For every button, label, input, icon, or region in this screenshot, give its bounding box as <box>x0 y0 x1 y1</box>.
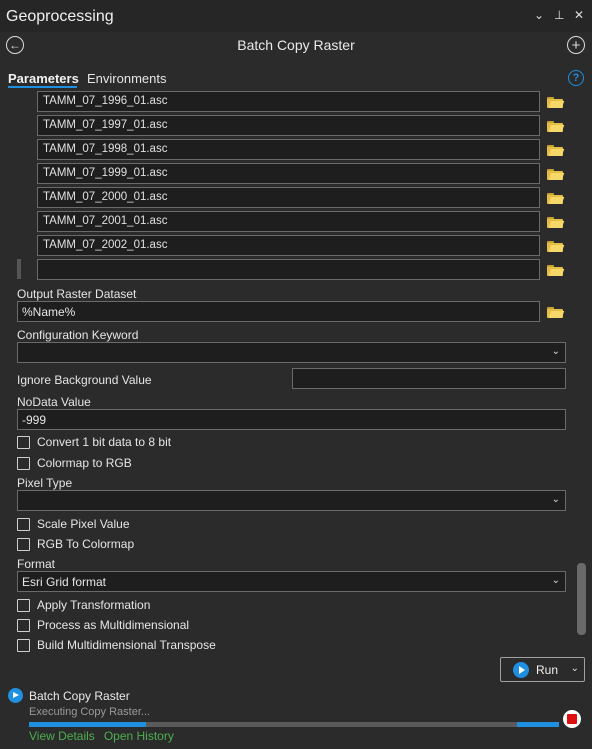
pixel-type-dropdown[interactable]: ⌄ <box>17 490 566 511</box>
input-raster-row[interactable]: TAMM_07_2000_01.asc <box>37 187 540 208</box>
chevron-down-icon[interactable]: ⌄ <box>571 663 579 674</box>
folder-icon[interactable] <box>547 216 565 228</box>
active-tab-indicator <box>8 86 77 88</box>
view-details-link[interactable]: View Details <box>29 729 95 743</box>
config-keyword-label: Configuration Keyword <box>17 328 139 342</box>
apply-transformation-label: Apply Transformation <box>37 598 151 612</box>
progress-fill-start <box>29 722 146 727</box>
convert-1bit-checkbox[interactable]: Convert 1 bit data to 8 bit <box>17 435 171 449</box>
config-keyword-dropdown[interactable]: ⌄ <box>17 342 566 363</box>
build-transpose-checkbox[interactable]: Build Multidimensional Transpose <box>17 638 216 652</box>
progress-bar <box>29 722 559 727</box>
input-raster-value: TAMM_07_2000_01.asc <box>43 191 168 203</box>
folder-icon[interactable] <box>547 120 565 132</box>
checkbox-box[interactable] <box>17 537 30 551</box>
checkbox-box[interactable] <box>17 517 30 531</box>
folder-icon[interactable] <box>547 144 565 156</box>
input-raster-value: TAMM_07_2002_01.asc <box>43 239 168 251</box>
input-raster-row[interactable]: TAMM_07_2001_01.asc <box>37 211 540 232</box>
input-raster-value: TAMM_07_1999_01.asc <box>43 167 168 179</box>
format-dropdown[interactable]: Esri Grid format ⌄ <box>17 571 566 592</box>
run-button[interactable]: Run ⌄ <box>500 657 585 682</box>
input-raster-row[interactable] <box>37 259 540 280</box>
ignore-background-label: Ignore Background Value <box>17 373 152 387</box>
format-label: Format <box>17 557 56 571</box>
input-raster-value: TAMM_07_1997_01.asc <box>43 119 168 131</box>
input-raster-row[interactable]: TAMM_07_1999_01.asc <box>37 163 540 184</box>
chevron-down-icon: ⌄ <box>551 346 560 357</box>
status-tool-name: Batch Copy Raster <box>29 689 130 703</box>
input-raster-value: TAMM_07_1996_01.asc <box>43 95 168 107</box>
rgb-colormap-checkbox[interactable]: RGB To Colormap <box>17 537 134 551</box>
open-history-link[interactable]: Open History <box>104 729 174 743</box>
tool-title: Batch Copy Raster <box>237 37 355 53</box>
checkbox-box[interactable] <box>17 456 30 470</box>
checkbox-box[interactable] <box>17 435 30 449</box>
build-transpose-label: Build Multidimensional Transpose <box>37 638 216 652</box>
input-raster-row[interactable]: TAMM_07_1996_01.asc <box>37 91 540 112</box>
close-icon[interactable]: ✕ <box>574 8 584 22</box>
nodata-value: -999 <box>22 413 47 427</box>
colormap-rgb-label: Colormap to RGB <box>37 456 132 470</box>
ignore-background-input[interactable] <box>292 368 566 389</box>
format-value: Esri Grid format <box>22 575 107 589</box>
plus-icon: + <box>571 36 581 54</box>
checkbox-box[interactable] <box>17 638 30 652</box>
chevron-down-icon: ⌄ <box>551 494 560 505</box>
input-raster-row[interactable]: TAMM_07_1998_01.asc <box>37 139 540 160</box>
checkbox-box[interactable] <box>17 618 30 632</box>
tool-header: ← Batch Copy Raster + <box>0 32 592 60</box>
folder-icon[interactable] <box>547 306 565 318</box>
folder-icon[interactable] <box>547 96 565 108</box>
input-raster-row[interactable]: TAMM_07_2002_01.asc <box>37 235 540 256</box>
add-button[interactable]: + <box>567 36 585 54</box>
input-raster-value: TAMM_07_2001_01.asc <box>43 215 168 227</box>
row-drag-handle[interactable] <box>17 259 21 279</box>
status-play-icon <box>8 688 23 703</box>
chevron-down-icon: ⌄ <box>551 575 560 586</box>
progress-fill-end <box>517 722 559 727</box>
pane-title: Geoprocessing <box>6 8 114 25</box>
options-chevron-icon[interactable]: ⌄ <box>534 8 544 22</box>
rgb-colormap-label: RGB To Colormap <box>37 537 135 551</box>
output-raster-input[interactable]: %Name% <box>17 301 540 322</box>
convert-1bit-label: Convert 1 bit data to 8 bit <box>37 435 172 449</box>
scale-pixel-checkbox[interactable]: Scale Pixel Value <box>17 517 130 531</box>
scrollbar-thumb[interactable] <box>577 563 586 635</box>
input-raster-value: TAMM_07_1998_01.asc <box>43 143 168 155</box>
status-links: View Details Open History <box>29 729 174 743</box>
tab-environments[interactable]: Environments <box>87 71 166 86</box>
process-multidimensional-label: Process as Multidimensional <box>37 618 190 632</box>
title-bar: Geoprocessing ⌄ ⊥ ✕ <box>0 0 592 32</box>
help-icon[interactable]: ? <box>568 70 584 86</box>
folder-icon[interactable] <box>547 192 565 204</box>
tab-bar: Parameters Environments ? <box>0 68 592 90</box>
folder-icon[interactable] <box>547 240 565 252</box>
window-controls: ⌄ ⊥ ✕ <box>534 8 584 22</box>
nodata-input[interactable]: -999 <box>17 409 566 430</box>
pixel-type-label: Pixel Type <box>17 476 73 490</box>
input-raster-row[interactable]: TAMM_07_1997_01.asc <box>37 115 540 136</box>
stop-icon[interactable] <box>563 710 581 728</box>
nodata-label: NoData Value <box>17 395 91 409</box>
tab-parameters[interactable]: Parameters <box>8 71 79 86</box>
colormap-rgb-checkbox[interactable]: Colormap to RGB <box>17 456 132 470</box>
process-multidimensional-checkbox[interactable]: Process as Multidimensional <box>17 618 189 632</box>
folder-icon[interactable] <box>547 264 565 276</box>
pin-icon[interactable]: ⊥ <box>554 8 564 22</box>
play-icon <box>513 662 529 678</box>
checkbox-box[interactable] <box>17 598 30 612</box>
run-label: Run <box>536 663 559 677</box>
scale-pixel-label: Scale Pixel Value <box>37 517 130 531</box>
output-raster-value: %Name% <box>22 305 76 319</box>
folder-icon[interactable] <box>547 168 565 180</box>
output-raster-label: Output Raster Dataset <box>17 287 137 301</box>
status-message: Executing Copy Raster... <box>29 706 151 718</box>
apply-transformation-checkbox[interactable]: Apply Transformation <box>17 598 150 612</box>
